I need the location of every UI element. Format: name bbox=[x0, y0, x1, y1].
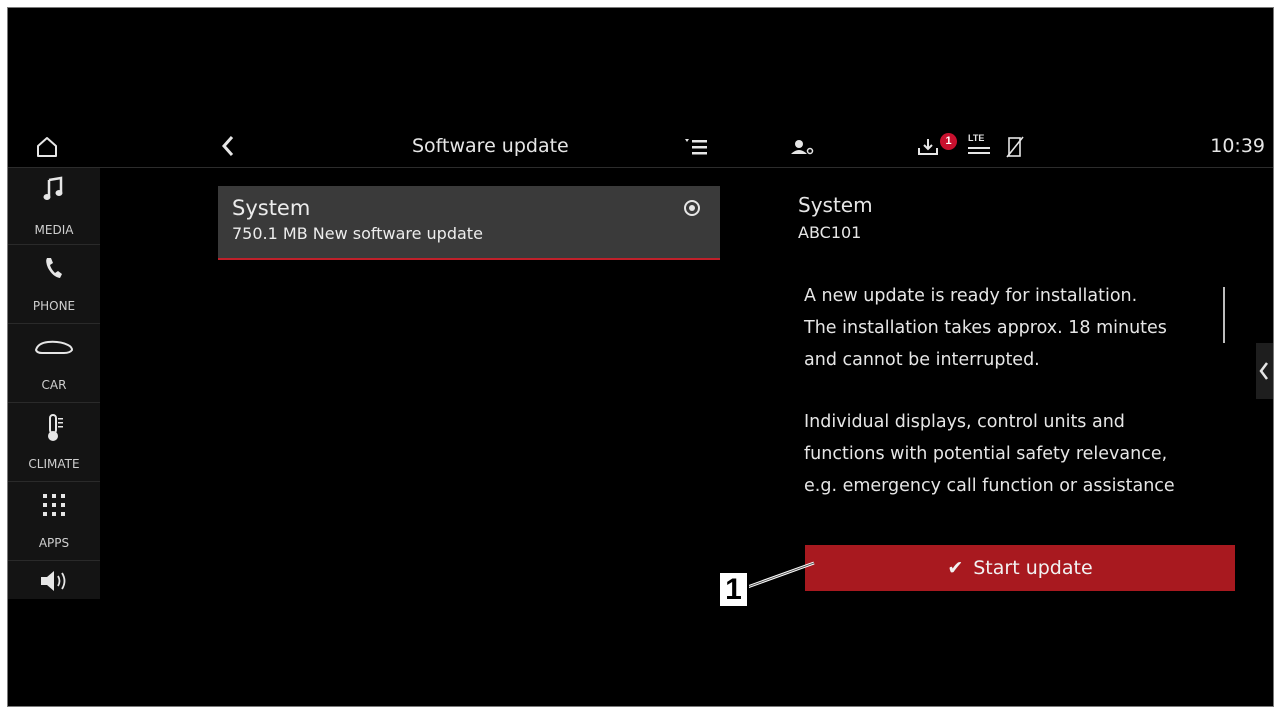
apps-grid-icon bbox=[43, 494, 65, 516]
update-item-subtitle: 750.1 MB New software update bbox=[232, 224, 483, 243]
chevron-left-icon bbox=[1259, 362, 1268, 380]
screenshot-frame: Software update 1 LTE 10:39 MEDIA PHONE … bbox=[7, 7, 1274, 707]
start-update-label: Start update bbox=[973, 557, 1093, 579]
sidebar-item-apps[interactable]: APPS bbox=[8, 484, 100, 561]
volume-icon bbox=[41, 571, 66, 591]
paragraph-line: Individual displays, control units and bbox=[804, 412, 1125, 432]
detail-title: System bbox=[798, 193, 873, 217]
paragraph-line: e.g. emergency call function or assistan… bbox=[804, 476, 1175, 496]
no-phone-icon bbox=[1006, 136, 1024, 158]
list-menu-icon[interactable] bbox=[684, 137, 708, 157]
page-title: Software update bbox=[412, 135, 569, 157]
detail-paragraph-1: A new update is ready for installation. … bbox=[804, 280, 1274, 376]
update-list-item-system[interactable]: System 750.1 MB New software update bbox=[218, 186, 720, 260]
sidebar-item-label: CLIMATE bbox=[28, 457, 80, 471]
sidebar-item-media[interactable]: MEDIA bbox=[8, 168, 100, 245]
download-icon[interactable] bbox=[916, 136, 940, 158]
sidebar-item-label: MEDIA bbox=[34, 223, 74, 237]
detail-version: ABC101 bbox=[798, 223, 862, 242]
home-icon[interactable] bbox=[35, 136, 59, 158]
top-bar: Software update 1 LTE 10:39 bbox=[8, 125, 1273, 168]
sidebar-item-label: PHONE bbox=[32, 299, 76, 313]
music-note-icon bbox=[43, 176, 63, 200]
clock: 10:39 bbox=[1210, 135, 1265, 157]
sidebar-item-label: APPS bbox=[38, 536, 70, 550]
selected-radio-icon[interactable] bbox=[684, 200, 700, 216]
notification-badge: 1 bbox=[940, 133, 957, 150]
sidebar-item-label: CAR bbox=[41, 378, 67, 392]
checkmark-icon: ✔ bbox=[947, 557, 964, 579]
signal-bars-icon bbox=[968, 147, 990, 154]
update-item-title: System bbox=[232, 196, 311, 220]
user-profile-icon[interactable] bbox=[790, 136, 814, 158]
detail-paragraph-2: Individual displays, control units and f… bbox=[804, 406, 1274, 502]
car-icon bbox=[34, 340, 74, 354]
paragraph-line: The installation takes approx. 18 minute… bbox=[804, 318, 1167, 338]
callout-label: 1 bbox=[718, 571, 749, 608]
paragraph-line: and cannot be interrupted. bbox=[804, 350, 1040, 370]
start-update-button[interactable]: ✔ Start update bbox=[805, 545, 1235, 591]
sidebar: MEDIA PHONE CAR CLIMATE APPS bbox=[8, 168, 100, 599]
sidebar-item-phone[interactable]: PHONE bbox=[8, 247, 100, 324]
infotainment-screen: Software update 1 LTE 10:39 MEDIA PHONE … bbox=[8, 125, 1273, 599]
sidebar-item-volume[interactable] bbox=[8, 563, 100, 599]
phone-icon bbox=[46, 258, 62, 278]
side-panel-tab[interactable] bbox=[1256, 343, 1273, 399]
scrollbar[interactable] bbox=[1223, 287, 1225, 343]
paragraph-line: A new update is ready for installation. bbox=[804, 286, 1138, 306]
thermometer-icon bbox=[48, 414, 63, 441]
sidebar-item-climate[interactable]: CLIMATE bbox=[8, 405, 100, 482]
paragraph-line: functions with potential safety relevanc… bbox=[804, 444, 1168, 464]
back-chevron-icon[interactable] bbox=[220, 133, 236, 159]
sidebar-item-car[interactable]: CAR bbox=[8, 326, 100, 403]
